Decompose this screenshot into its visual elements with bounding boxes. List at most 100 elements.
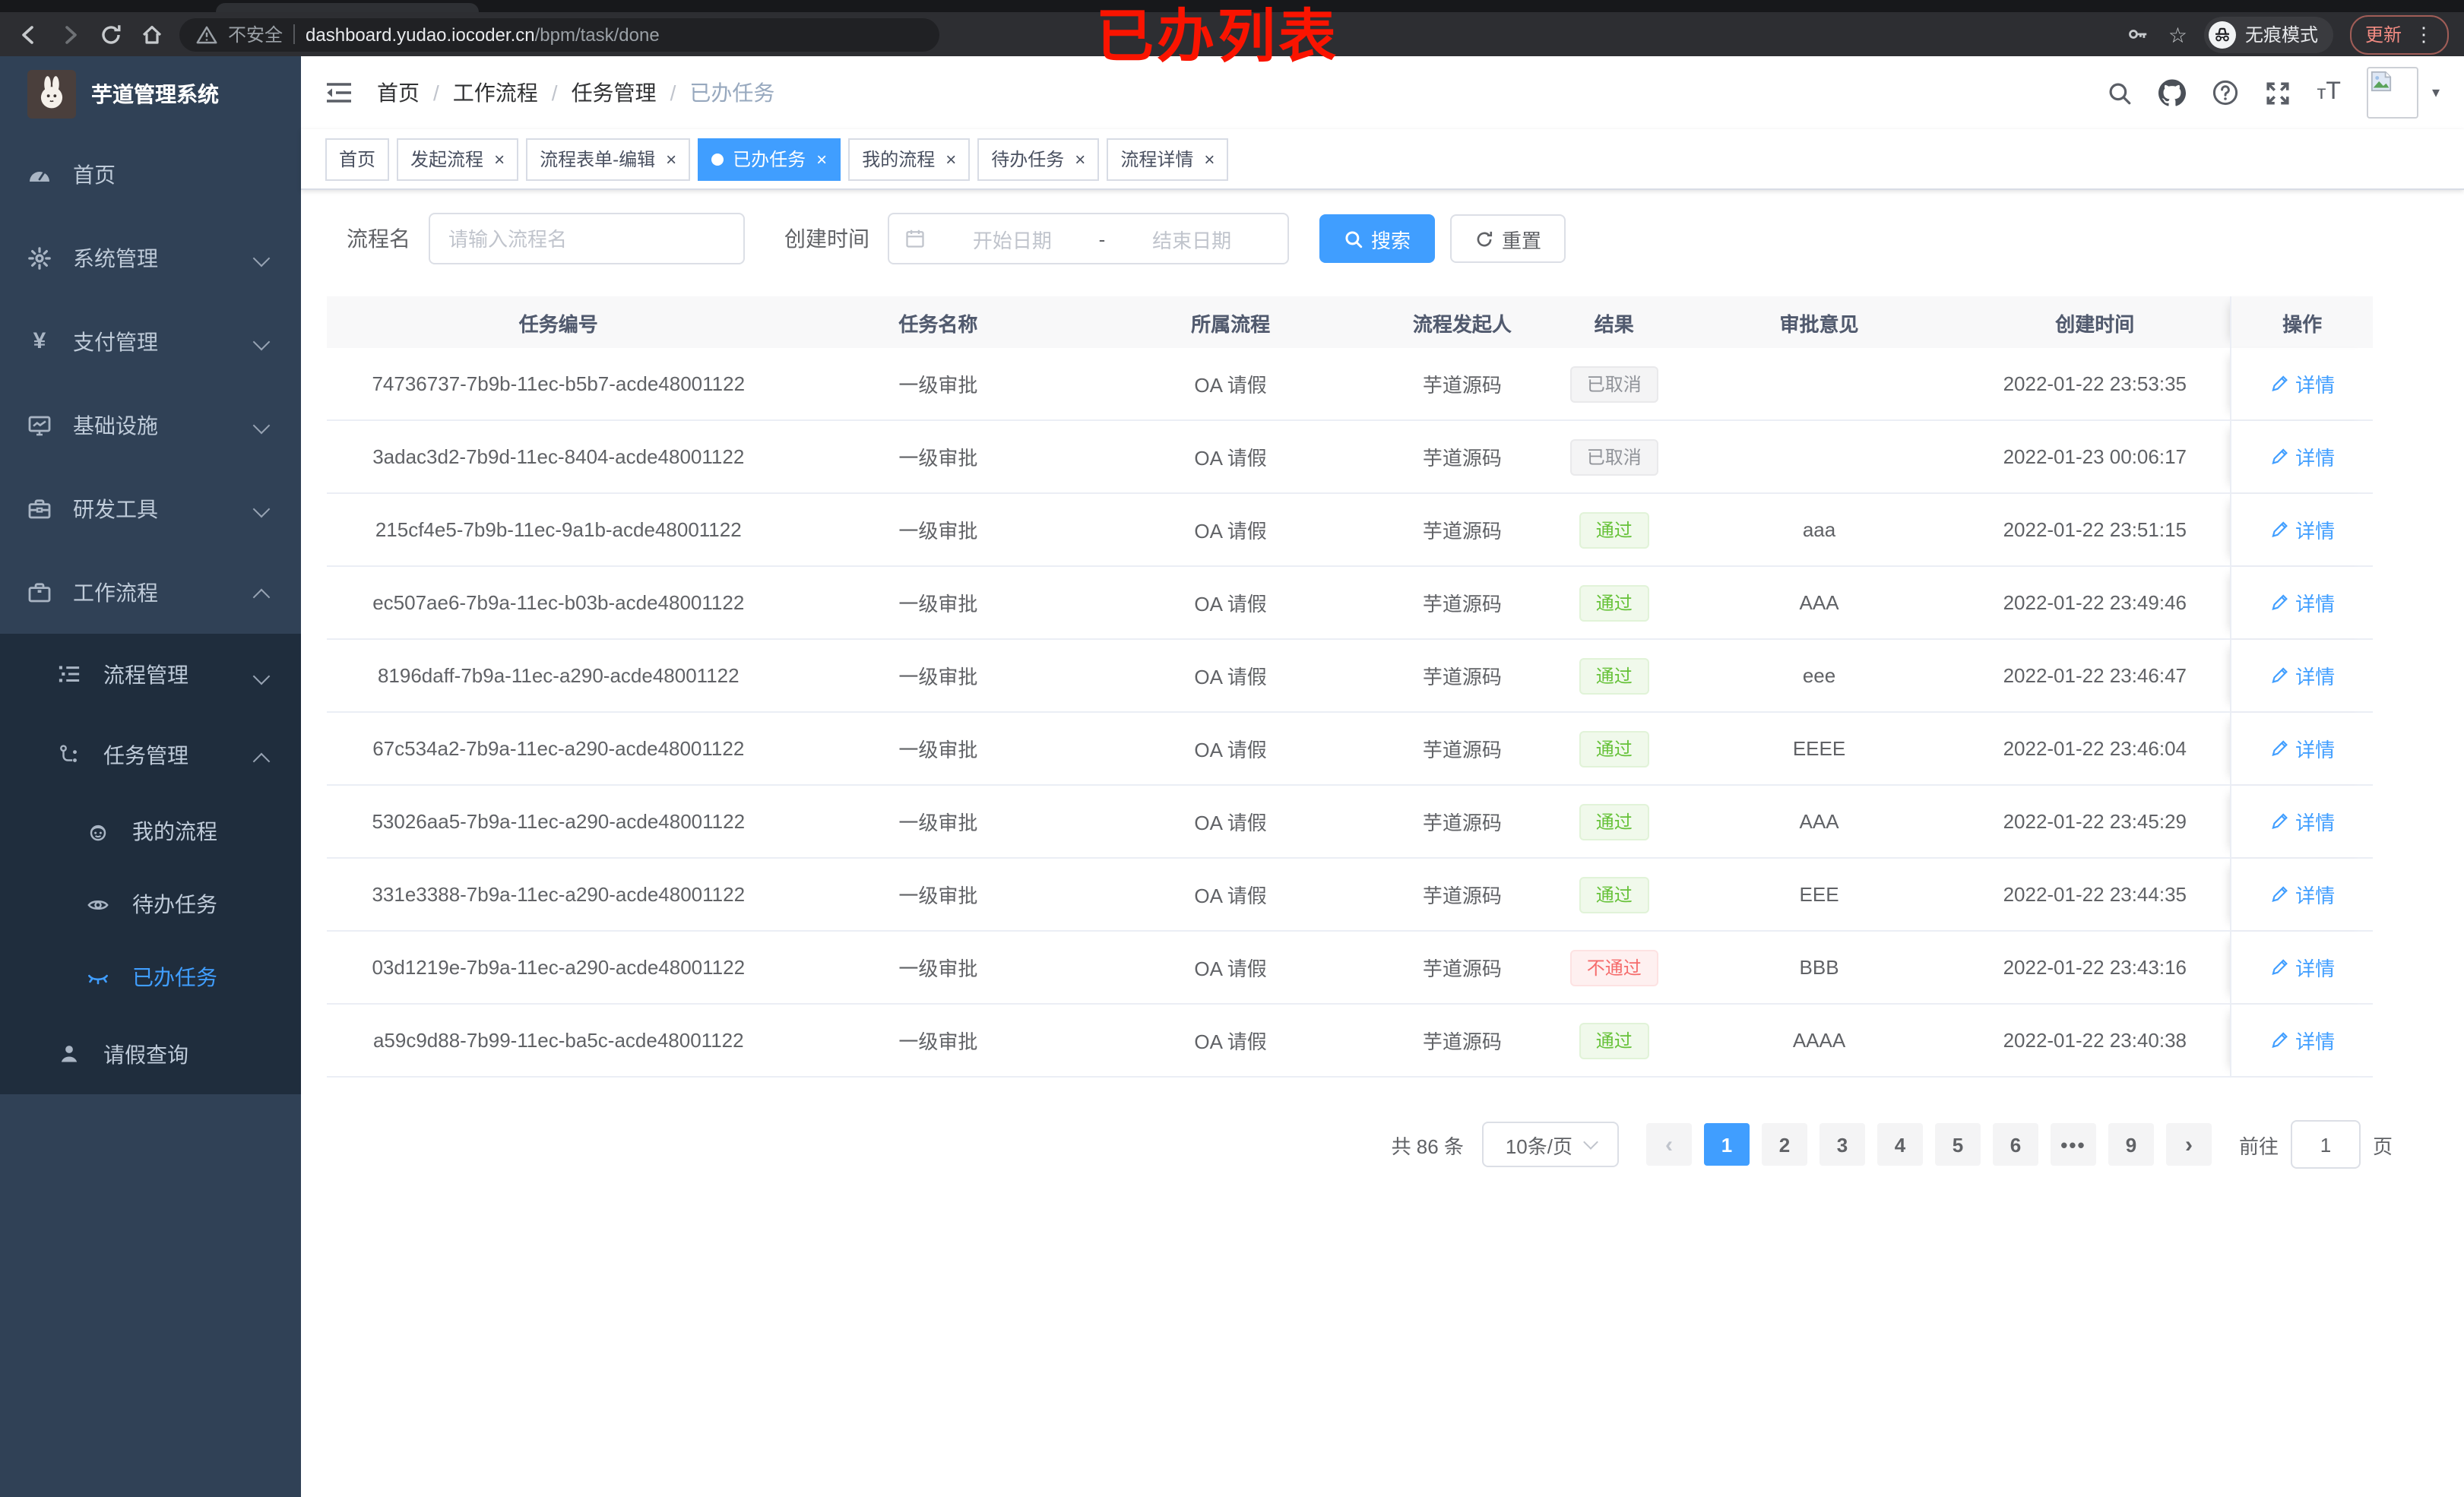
sidebar-item-label: 基础设施: [73, 413, 158, 437]
home-icon[interactable]: [138, 21, 166, 48]
close-icon[interactable]: ×: [666, 150, 676, 168]
help-icon[interactable]: [2212, 79, 2239, 106]
goto-page-input[interactable]: [2290, 1120, 2361, 1169]
gear-icon: [27, 245, 52, 270]
sidebar-item-leave-query[interactable]: 请假查询: [0, 1014, 301, 1094]
page-button[interactable]: 2: [1761, 1123, 1807, 1166]
tab-form-edit[interactable]: 流程表单-编辑 ×: [526, 138, 691, 180]
task-name-cell: 一级审批: [898, 739, 978, 761]
end-date-placeholder[interactable]: 结束日期: [1111, 224, 1272, 253]
page-size-select[interactable]: 10条/页: [1481, 1122, 1619, 1167]
task-name-cell: 一级审批: [898, 447, 978, 470]
sidebar-item-process-mgmt[interactable]: 流程管理: [0, 634, 301, 714]
breadcrumb-home[interactable]: 首页: [377, 78, 420, 108]
page-button[interactable]: 6: [1992, 1123, 2038, 1166]
page-button[interactable]: 3: [1819, 1123, 1865, 1166]
address-bar[interactable]: 不安全 dashboard.yudao.iocoder.cn/bpm/task/…: [179, 17, 939, 51]
page-button[interactable]: 1: [1703, 1123, 1750, 1166]
browser-menu-icon[interactable]: ⋮: [2414, 22, 2434, 46]
sidebar-item-my-process[interactable]: 我的流程: [0, 795, 301, 868]
page-button[interactable]: 5: [1934, 1123, 1981, 1166]
close-icon[interactable]: ×: [816, 150, 827, 168]
tab-done-tasks[interactable]: 已办任务 ×: [698, 138, 841, 180]
detail-link[interactable]: 详情: [2269, 588, 2335, 617]
page-button[interactable]: •••: [2050, 1123, 2096, 1166]
sidebar-item-workflow[interactable]: 工作流程: [0, 550, 301, 634]
font-size-icon[interactable]: тT: [2317, 79, 2341, 106]
reset-button[interactable]: 重置: [1450, 214, 1566, 263]
process-name-input[interactable]: [429, 213, 745, 264]
next-page-button[interactable]: ›: [2165, 1123, 2212, 1166]
key-icon[interactable]: [2124, 21, 2152, 48]
app-logo[interactable]: 芋道管理系统: [0, 56, 301, 132]
sidebar-item-label: 任务管理: [103, 742, 188, 767]
detail-link-label: 详情: [2295, 885, 2336, 907]
sidebar-item-todo-tasks[interactable]: 待办任务: [0, 868, 301, 941]
sidebar-item-devtools[interactable]: 研发工具: [0, 467, 301, 550]
process-cell: OA 请假: [1194, 1030, 1267, 1053]
active-dot: [711, 153, 724, 165]
close-icon[interactable]: ×: [1204, 150, 1215, 168]
avatar-caret-icon[interactable]: ▾: [2432, 84, 2440, 101]
sidebar-item-infra[interactable]: 基础设施: [0, 383, 301, 467]
sidebar-item-done-tasks[interactable]: 已办任务: [0, 941, 301, 1014]
detail-link[interactable]: 详情: [2269, 442, 2335, 471]
detail-link[interactable]: 详情: [2269, 807, 2335, 836]
process-cell: OA 请假: [1194, 957, 1267, 980]
table-row: 331e3388-7b9a-11ec-a290-acde48001122 一级审…: [327, 859, 2373, 932]
detail-link[interactable]: 详情: [2269, 880, 2335, 909]
fullscreen-icon[interactable]: [2265, 80, 2291, 106]
screen: 不安全 dashboard.yudao.iocoder.cn/bpm/task/…: [0, 0, 2464, 1497]
detail-link[interactable]: 详情: [2269, 1026, 2335, 1055]
tab-todo-tasks[interactable]: 待办任务 ×: [977, 138, 1100, 180]
bookmark-star-icon[interactable]: ☆: [2168, 24, 2187, 45]
security-warning-icon[interactable]: [196, 24, 217, 45]
tab-my-process[interactable]: 我的流程 ×: [848, 138, 971, 180]
breadcrumb: 首页 / 工作流程 / 任务管理 / 已办任务: [377, 78, 774, 108]
sidebar-item-label: 工作流程: [73, 580, 158, 604]
url-text[interactable]: dashboard.yudao.iocoder.cn/bpm/task/done: [306, 24, 660, 45]
page-button[interactable]: 4: [1877, 1123, 1923, 1166]
breadcrumb-workflow[interactable]: 工作流程: [453, 78, 538, 108]
detail-link[interactable]: 详情: [2269, 515, 2335, 544]
sidebar-item-home[interactable]: 首页: [0, 132, 301, 216]
process-name-label: 流程名: [347, 226, 410, 251]
prev-page-button[interactable]: ‹: [1645, 1123, 1692, 1166]
update-button[interactable]: 更新 ⋮: [2349, 14, 2449, 54]
back-icon[interactable]: [15, 21, 43, 48]
detail-link[interactable]: 详情: [2269, 734, 2335, 763]
tab-home[interactable]: 首页: [325, 138, 390, 180]
detail-link[interactable]: 详情: [2269, 661, 2335, 690]
start-date-placeholder[interactable]: 开始日期: [932, 224, 1093, 253]
reload-icon[interactable]: [97, 21, 125, 48]
sidebar-item-label: 首页: [73, 162, 116, 186]
sidebar-item-system[interactable]: 系统管理: [0, 216, 301, 299]
date-range-picker[interactable]: 开始日期 - 结束日期: [888, 213, 1289, 264]
tab-process-detail[interactable]: 流程详情 ×: [1107, 138, 1229, 180]
tab-start-process[interactable]: 发起流程 ×: [397, 138, 519, 180]
sidebar-item-payment[interactable]: ¥ 支付管理: [0, 299, 301, 383]
chevron-up-icon: [252, 752, 271, 771]
breadcrumb-task-mgmt[interactable]: 任务管理: [572, 78, 657, 108]
forward-icon[interactable]: [56, 21, 84, 48]
close-icon[interactable]: ×: [945, 150, 956, 168]
task-id-cell: 8196daff-7b9a-11ec-a290-acde48001122: [377, 664, 740, 687]
sidebar-collapse-icon[interactable]: [325, 81, 353, 105]
search-button[interactable]: 搜索: [1319, 214, 1436, 263]
detail-link[interactable]: 详情: [2269, 369, 2335, 398]
tab-label: 首页: [339, 149, 376, 170]
pagination: 共 86 条 10条/页 ‹ 123456 ••• 9 › 前往 页: [327, 1120, 2393, 1169]
security-label[interactable]: 不安全: [228, 21, 283, 47]
close-icon[interactable]: ×: [494, 150, 505, 168]
detail-link[interactable]: 详情: [2269, 953, 2335, 982]
close-icon[interactable]: ×: [1075, 150, 1085, 168]
task-name-cell: 一级审批: [898, 1030, 978, 1053]
sidebar-item-task-mgmt[interactable]: 任务管理: [0, 714, 301, 795]
result-cell: 不通过: [1550, 949, 1679, 986]
browser-tab[interactable]: [216, 3, 479, 12]
github-icon[interactable]: [2158, 79, 2187, 106]
page-button[interactable]: 9: [2108, 1123, 2154, 1166]
search-icon[interactable]: [2107, 80, 2133, 106]
avatar[interactable]: [2366, 67, 2418, 119]
task-id-cell: ec507ae6-7b9a-11ec-b03b-acde48001122: [372, 591, 745, 614]
